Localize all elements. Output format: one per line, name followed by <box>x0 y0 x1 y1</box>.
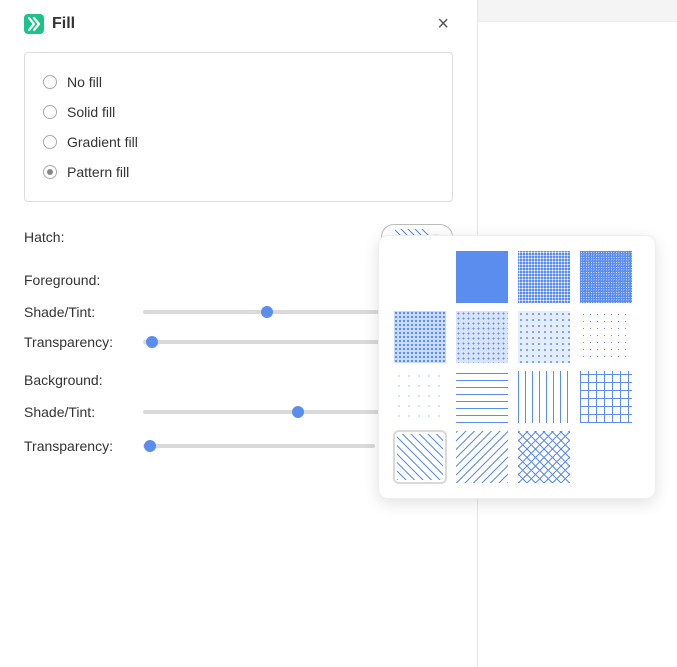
radio-icon <box>43 105 57 119</box>
pattern-swatch-dense-dots[interactable] <box>517 250 571 304</box>
bg-shade-label: Shade/Tint: <box>24 404 143 420</box>
close-icon[interactable]: × <box>433 10 453 38</box>
pattern-swatch-horizontal-lines[interactable] <box>455 370 509 424</box>
pattern-swatch-med-dots-1[interactable] <box>393 310 447 364</box>
pattern-swatch-solid[interactable] <box>455 250 509 304</box>
radio-label: No fill <box>67 74 102 90</box>
slider-thumb[interactable] <box>261 306 273 318</box>
fg-transparency-label: Transparency: <box>24 334 143 350</box>
radio-no-fill[interactable]: No fill <box>43 67 434 97</box>
pattern-swatch-grid[interactable] <box>579 370 633 424</box>
radio-solid-fill[interactable]: Solid fill <box>43 97 434 127</box>
background-bar <box>478 0 677 22</box>
pattern-swatch-crosshatch[interactable] <box>517 430 571 484</box>
pattern-swatch-med-dots-2[interactable] <box>455 310 509 364</box>
pattern-swatch-med-dots-3[interactable] <box>517 310 571 364</box>
pattern-popup <box>378 235 656 499</box>
pattern-swatch-sparse-dots[interactable] <box>579 310 633 364</box>
radio-pattern-fill[interactable]: Pattern fill <box>43 157 434 187</box>
radio-icon <box>43 75 57 89</box>
pattern-swatch-blank[interactable] <box>393 250 447 304</box>
hatch-label: Hatch: <box>24 229 143 245</box>
bg-transparency-slider[interactable] <box>143 444 375 448</box>
slider-thumb[interactable] <box>292 406 304 418</box>
radio-label: Gradient fill <box>67 134 138 150</box>
pattern-swatch-fine-dots[interactable] <box>579 250 633 304</box>
app-icon <box>24 14 44 34</box>
fg-shade-label: Shade/Tint: <box>24 304 143 320</box>
pattern-swatch-diagonal-left[interactable] <box>455 430 509 484</box>
slider-thumb[interactable] <box>146 336 158 348</box>
pattern-swatch-tiny-dots[interactable] <box>393 370 447 424</box>
radio-label: Pattern fill <box>67 164 129 180</box>
slider-thumb[interactable] <box>144 440 156 452</box>
panel-title: Fill <box>52 15 433 33</box>
radio-gradient-fill[interactable]: Gradient fill <box>43 127 434 157</box>
pattern-swatch-diagonal-right[interactable] <box>393 430 447 484</box>
radio-icon <box>43 165 57 179</box>
fill-mode-group: No fill Solid fill Gradient fill Pattern… <box>24 52 453 202</box>
pattern-swatch-vertical-lines[interactable] <box>517 370 571 424</box>
radio-icon <box>43 135 57 149</box>
bg-transparency-label: Transparency: <box>24 438 143 454</box>
radio-label: Solid fill <box>67 104 115 120</box>
